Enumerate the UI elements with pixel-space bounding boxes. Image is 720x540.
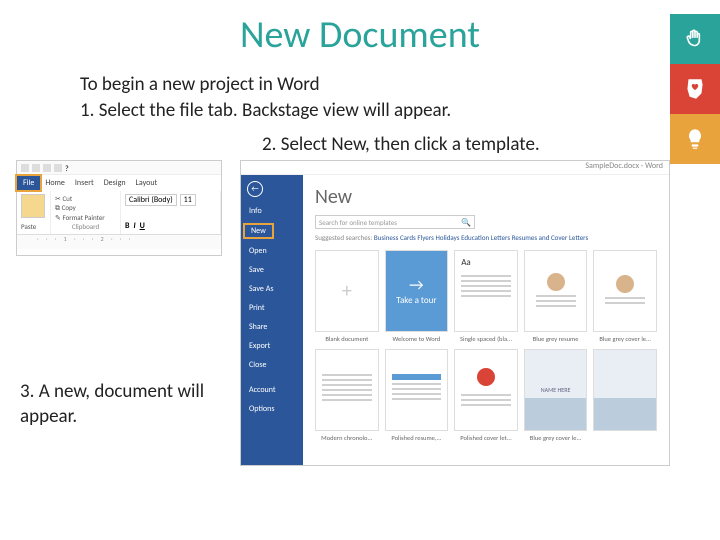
paste-icon[interactable]	[21, 194, 45, 218]
template-bluegrey-cover[interactable]: NAME HEREBlue grey cover le...	[524, 349, 588, 442]
nav-share[interactable]: Share	[241, 322, 267, 332]
template-modern[interactable]: Modern chronolo...	[315, 349, 379, 442]
ruler: · · · 1 · · · 2 · · ·	[17, 235, 221, 249]
step-1: 1. Select the file tab. Backstage view w…	[80, 98, 720, 124]
sugg-link[interactable]: Holidays	[435, 233, 459, 242]
template-single-spaced[interactable]: Single spaced (bla...	[454, 250, 518, 343]
back-icon[interactable]: ←	[247, 181, 263, 197]
nav-new[interactable]: New	[245, 225, 272, 237]
font-selector[interactable]: Calibri (Body)	[125, 194, 177, 206]
format-painter-label[interactable]: ✎ Format Painter	[55, 213, 116, 222]
sugg-link[interactable]: Flyers	[417, 233, 433, 242]
sugg-link[interactable]: Education	[461, 233, 489, 242]
page-title: New Document	[0, 0, 720, 58]
heart-ohio-icon	[670, 64, 720, 114]
paste-label: Paste	[21, 222, 46, 231]
nav-export[interactable]: Export	[241, 341, 270, 351]
clipboard-group-label: Clipboard	[55, 222, 116, 231]
nav-save[interactable]: Save	[241, 265, 264, 275]
search-input[interactable]: Search for online templates	[315, 215, 475, 229]
intro-line: To begin a new project in Word	[80, 72, 720, 98]
template-polished-resume[interactable]: Polished resume,...	[385, 349, 449, 442]
template-extra[interactable]	[593, 349, 657, 442]
font-size[interactable]: 11	[180, 194, 196, 206]
screenshot-file-tab: ? File Home Insert Design Layout Paste ✂…	[16, 160, 222, 256]
nav-info[interactable]: Info	[241, 206, 262, 216]
intro-text: To begin a new project in Word 1. Select…	[80, 72, 720, 123]
tab-home[interactable]: Home	[40, 176, 70, 190]
template-grid: Blank document Take a tourWelcome to Wor…	[315, 250, 657, 442]
underline-button[interactable]: U	[140, 221, 145, 231]
tab-layout[interactable]: Layout	[131, 176, 163, 190]
sugg-link[interactable]: Cards	[400, 233, 416, 242]
ribbon-tabs: File Home Insert Design Layout	[17, 175, 221, 191]
ribbon: Paste ✂ Cut ⧉ Copy ✎ Format Painter Clip…	[17, 191, 221, 235]
tab-design[interactable]: Design	[99, 176, 131, 190]
cut-label[interactable]: ✂ Cut	[55, 194, 116, 203]
backstage-main: New Search for online templates Suggeste…	[303, 175, 669, 465]
step-2: 2. Select New, then click a template.	[262, 133, 720, 156]
lightbulb-icon	[670, 114, 720, 164]
quick-access-toolbar: ?	[17, 161, 221, 175]
slide-icon-strip	[670, 14, 720, 164]
tab-file[interactable]: File	[17, 176, 40, 190]
italic-button[interactable]: I	[133, 221, 135, 231]
nav-save-as[interactable]: Save As	[241, 284, 273, 294]
step-3: 3. A new, document will appear.	[20, 380, 220, 429]
hand-icon	[670, 14, 720, 64]
window-title: SampleDoc.docx - Word	[241, 161, 669, 175]
copy-label[interactable]: ⧉ Copy	[55, 203, 116, 213]
font-style-buttons: B I U	[125, 221, 216, 231]
template-resume[interactable]: Blue grey resume	[524, 250, 588, 343]
screenshot-backstage-new: SampleDoc.docx - Word ← Info New Open Sa…	[240, 160, 670, 466]
nav-options[interactable]: Options	[241, 404, 274, 414]
suggested-searches: Suggested searches: Business Cards Flyer…	[315, 233, 657, 242]
template-polished-cover[interactable]: Polished cover let...	[454, 349, 518, 442]
backstage-nav: ← Info New Open Save Save As Print Share…	[241, 175, 303, 465]
tab-insert[interactable]: Insert	[70, 176, 99, 190]
template-blank[interactable]: Blank document	[315, 250, 379, 343]
template-cover-1[interactable]: Blue grey cover le...	[593, 250, 657, 343]
sugg-link[interactable]: Business	[374, 233, 398, 242]
sugg-link[interactable]: Resumes and Cover Letters	[512, 233, 589, 242]
new-heading: New	[315, 185, 657, 209]
sugg-link[interactable]: Letters	[491, 233, 510, 242]
nav-close[interactable]: Close	[241, 360, 266, 370]
nav-open[interactable]: Open	[241, 246, 267, 256]
nav-print[interactable]: Print	[241, 303, 265, 313]
bold-button[interactable]: B	[125, 221, 129, 231]
template-tour[interactable]: Take a tourWelcome to Word	[385, 250, 449, 343]
nav-account[interactable]: Account	[241, 385, 276, 395]
